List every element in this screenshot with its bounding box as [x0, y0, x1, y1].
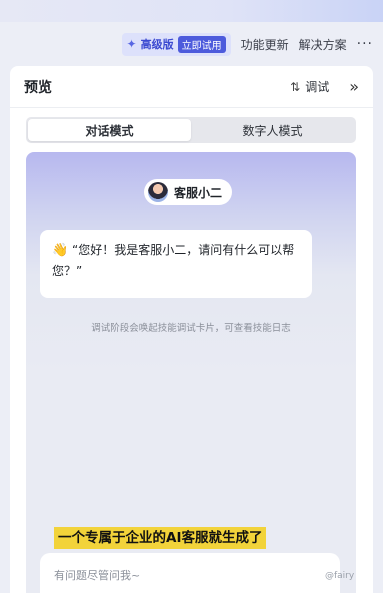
avatar — [148, 182, 168, 202]
video-caption: 一个专属于企业的AI客服就生成了 — [54, 527, 267, 549]
debug-button[interactable]: ⇅ 调试 — [290, 78, 329, 95]
bot-identity-chip: 客服小二 — [144, 179, 233, 205]
tab-chat-mode[interactable]: 对话模式 — [28, 119, 191, 141]
mode-switch: 对话模式 数字人模式 — [26, 117, 356, 143]
greeting-text: “您好！我是客服小二，请问有什么可以帮您？” — [52, 243, 295, 278]
solutions-link[interactable]: 解决方案 — [299, 36, 347, 53]
premium-label: 高级版 — [140, 38, 174, 51]
watermark: @fairy — [325, 571, 355, 581]
chat-input-placeholder: 有问题尽管问我~ — [54, 569, 141, 582]
waving-hand-icon: 👋 — [52, 243, 69, 258]
feature-update-link[interactable]: 功能更新 — [241, 36, 289, 53]
sparkle-icon: ✦ — [126, 37, 137, 51]
chat-input[interactable]: 有问题尽管问我~ — [40, 553, 340, 593]
top-toolbar: ✦ 高级版 立即试用 功能更新 解决方案 ··· — [0, 30, 383, 58]
debug-label: 调试 — [305, 80, 330, 94]
panel-title: 预览 — [24, 79, 52, 96]
double-chevron-right-icon[interactable]: » — [349, 77, 359, 96]
sliders-icon: ⇅ — [290, 79, 301, 94]
top-banner-strip — [0, 0, 383, 22]
more-icon[interactable]: ··· — [357, 36, 373, 52]
debug-hint-text: 调试阶段会唤起技能调试卡片，可查看技能日志 — [91, 323, 291, 334]
greeting-message: 👋 “您好！我是客服小二，请问有什么可以帮您？” — [40, 230, 312, 298]
try-now-badge[interactable]: 立即试用 — [177, 35, 226, 53]
premium-plan-button[interactable]: ✦ 高级版 立即试用 — [121, 32, 231, 56]
bot-name: 客服小二 — [174, 185, 223, 200]
preview-header: 预览 ⇅ 调试 » — [10, 66, 373, 108]
preview-panel: 预览 ⇅ 调试 » 对话模式 数字人模式 客服小二 👋 “您好！我是客服小二，请… — [10, 66, 373, 593]
tab-digital-human-mode[interactable]: 数字人模式 — [191, 119, 354, 141]
